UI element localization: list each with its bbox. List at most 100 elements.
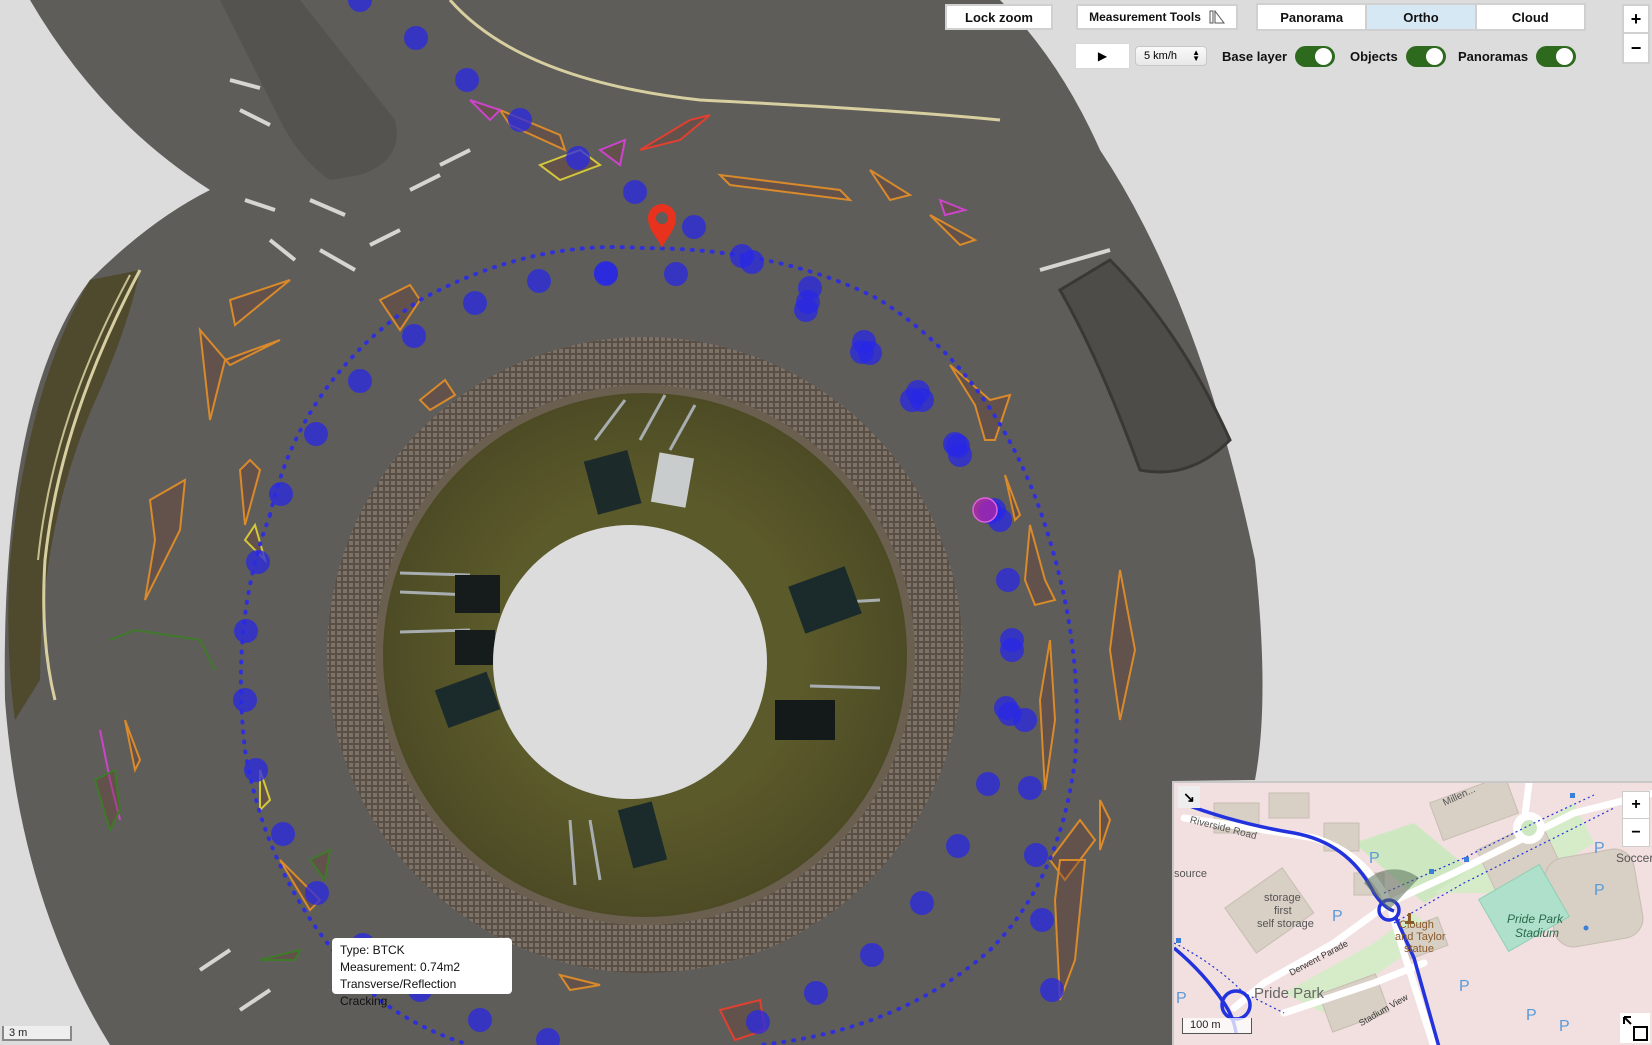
- objects-label: Objects: [1350, 49, 1398, 64]
- panorama-point[interactable]: [910, 388, 934, 412]
- panorama-point[interactable]: [798, 276, 822, 300]
- map-label-storage-1: storage: [1264, 892, 1301, 904]
- panorama-point[interactable]: [1024, 843, 1048, 867]
- panorama-point[interactable]: [402, 324, 426, 348]
- tab-ortho[interactable]: Ortho: [1367, 5, 1477, 29]
- minimap-collapse-button[interactable]: ↘: [1178, 786, 1200, 808]
- svg-text:P: P: [1332, 908, 1343, 925]
- panorama-point[interactable]: [594, 262, 618, 286]
- tooltip-type: Type: BTCK: [340, 943, 405, 957]
- lock-zoom-button[interactable]: Lock zoom: [945, 4, 1053, 30]
- panorama-point[interactable]: [623, 180, 647, 204]
- objects-toggle[interactable]: [1405, 46, 1446, 67]
- panorama-point[interactable]: [858, 341, 882, 365]
- measurement-tools-button[interactable]: Measurement Tools: [1076, 4, 1238, 30]
- svg-text:P: P: [1176, 990, 1187, 1007]
- tab-cloud[interactable]: Cloud: [1477, 5, 1584, 29]
- map-label-clough-3: statue: [1404, 943, 1434, 955]
- panorama-point[interactable]: [1018, 776, 1042, 800]
- overview-minimap[interactable]: P P P P P P P P Riverside Road Millen...…: [1172, 781, 1652, 1045]
- panorama-point[interactable]: [566, 146, 590, 170]
- panorama-point[interactable]: [730, 244, 754, 268]
- svg-text:P: P: [1559, 1018, 1570, 1035]
- arrow-down-right-icon: ↘: [1183, 788, 1195, 805]
- ruler-triangle-icon: [1209, 10, 1225, 24]
- panorama-point[interactable]: [746, 1010, 770, 1034]
- defect-tooltip: Type: BTCK Measurement: 0.74m2 Transvers…: [332, 938, 512, 1008]
- panorama-point[interactable]: [996, 568, 1020, 592]
- svg-text:P: P: [1526, 1007, 1537, 1024]
- base-layer-label: Base layer: [1222, 49, 1288, 64]
- panorama-point[interactable]: [269, 482, 293, 506]
- panorama-point[interactable]: [804, 981, 828, 1005]
- minimap-zoom-control: + −: [1622, 791, 1650, 847]
- play-button[interactable]: ▶: [1075, 43, 1130, 69]
- panorama-point-selected[interactable]: [972, 497, 998, 523]
- svg-text:P: P: [1459, 978, 1470, 995]
- panoramas-toggle-group: Panoramas: [1458, 46, 1577, 67]
- base-layer-toggle-group: Base layer: [1222, 46, 1336, 67]
- base-layer-toggle[interactable]: [1295, 46, 1336, 67]
- panorama-point[interactable]: [860, 943, 884, 967]
- zoom-in-button[interactable]: +: [1624, 6, 1648, 34]
- panorama-point[interactable]: [948, 443, 972, 467]
- panorama-point[interactable]: [527, 269, 551, 293]
- panorama-point[interactable]: [682, 215, 706, 239]
- expand-icon: [1623, 1016, 1648, 1041]
- measurement-tools-label: Measurement Tools: [1089, 10, 1201, 24]
- svg-text:P: P: [1594, 882, 1605, 899]
- panorama-point[interactable]: [664, 262, 688, 286]
- camera-hole: [493, 525, 767, 799]
- panorama-point[interactable]: [271, 822, 295, 846]
- minimap-canvas[interactable]: P P P P P P P P: [1174, 783, 1652, 1045]
- map-label-stadium-2: Stadium: [1515, 926, 1560, 940]
- panorama-point[interactable]: [233, 688, 257, 712]
- minimap-zoom-out-button[interactable]: −: [1623, 819, 1649, 846]
- map-label-storage-2: first: [1274, 905, 1292, 917]
- panorama-point[interactable]: [244, 758, 268, 782]
- minimap-scale-bar: 100 m: [1182, 1018, 1252, 1034]
- panorama-point[interactable]: [1030, 908, 1054, 932]
- panorama-point[interactable]: [794, 298, 818, 322]
- panorama-point[interactable]: [455, 68, 479, 92]
- svg-text:P: P: [1594, 840, 1605, 857]
- map-label-pride-park: Pride Park: [1254, 985, 1325, 1002]
- panorama-point[interactable]: [1040, 978, 1064, 1002]
- select-arrows-icon: ▲ ▼: [1192, 48, 1200, 63]
- svg-text:P: P: [1369, 850, 1380, 867]
- panorama-point[interactable]: [234, 619, 258, 643]
- tab-panorama[interactable]: Panorama: [1258, 5, 1368, 29]
- tooltip-description: Transverse/Reflection Cracking: [340, 977, 457, 1008]
- panorama-point[interactable]: [468, 1008, 492, 1032]
- panoramas-toggle[interactable]: [1536, 46, 1577, 67]
- minimap-expand-button[interactable]: [1620, 1013, 1650, 1043]
- panorama-point[interactable]: [404, 26, 428, 50]
- panorama-point[interactable]: [304, 422, 328, 446]
- minimap-zoom-in-button[interactable]: +: [1623, 792, 1649, 819]
- zoom-control: + −: [1622, 4, 1650, 64]
- play-icon: ▶: [1097, 49, 1108, 63]
- scale-bar: 3 m: [2, 1026, 72, 1041]
- view-mode-tabs: Panorama Ortho Cloud: [1256, 3, 1586, 31]
- map-label-storage-3: self storage: [1257, 918, 1314, 930]
- panorama-point[interactable]: [946, 834, 970, 858]
- panorama-point[interactable]: [246, 550, 270, 574]
- panoramas-label: Panoramas: [1458, 49, 1529, 64]
- panorama-point[interactable]: [348, 369, 372, 393]
- map-label-soccer: Soccer: [1616, 851, 1652, 865]
- panorama-point[interactable]: [910, 891, 934, 915]
- panorama-point[interactable]: [976, 772, 1000, 796]
- panorama-point[interactable]: [508, 108, 532, 132]
- tooltip-measurement: Measurement: 0.74m2: [340, 960, 461, 974]
- speed-select[interactable]: 5 km/h ▲ ▼: [1135, 46, 1207, 66]
- ortho-viewer[interactable]: Lock zoom Measurement Tools Panorama Ort…: [0, 0, 1652, 1045]
- zoom-out-button[interactable]: −: [1624, 34, 1648, 62]
- objects-toggle-group: Objects: [1350, 46, 1446, 67]
- panorama-point[interactable]: [463, 291, 487, 315]
- speed-value: 5 km/h: [1144, 50, 1178, 62]
- panorama-point[interactable]: [305, 881, 329, 905]
- map-label-clough-2: and Taylor: [1395, 931, 1446, 943]
- panorama-point[interactable]: [1000, 628, 1024, 652]
- map-label-stadium-1: Pride Park: [1507, 912, 1564, 926]
- panorama-point[interactable]: [994, 696, 1018, 720]
